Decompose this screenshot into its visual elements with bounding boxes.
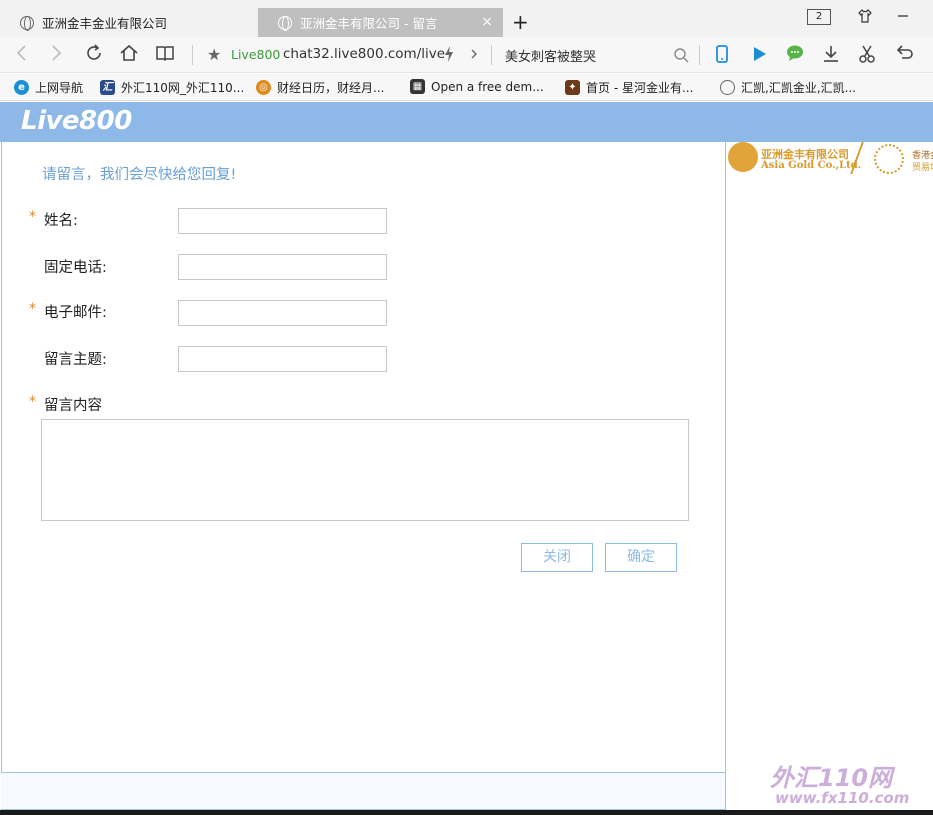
tab-asia-gold[interactable]: 亚洲金丰金业有限公司 — [0, 8, 258, 37]
tab-count-badge[interactable]: 2 — [807, 9, 831, 25]
ie-icon: e — [14, 80, 29, 95]
required-mark: * — [29, 209, 36, 225]
back-icon[interactable] — [14, 43, 28, 67]
chat-icon[interactable] — [785, 44, 805, 66]
subject-input[interactable] — [178, 346, 387, 372]
demo-site-icon: ▦ — [410, 79, 425, 94]
confirm-button[interactable]: 确定 — [605, 543, 677, 572]
name-input[interactable] — [178, 208, 387, 234]
asia-gold-logo-icon — [728, 142, 758, 172]
taskbar-strip — [0, 810, 933, 815]
scissors-icon[interactable] — [857, 44, 877, 68]
site-label: Live800 — [231, 47, 281, 62]
tab-message[interactable]: 亚洲金丰有限公司 - 留言 × — [258, 8, 503, 37]
star-river-icon: ✦ — [565, 80, 580, 95]
new-tab-button[interactable]: + — [512, 10, 529, 34]
calendar-site-icon: ◎ — [256, 80, 271, 95]
email-input[interactable] — [178, 300, 387, 326]
divider — [491, 45, 492, 65]
tab-title: 亚洲金丰有限公司 - 留言 — [300, 16, 438, 31]
bookmark-item[interactable]: 汇凯,汇凯金业,汇凯... — [720, 79, 856, 96]
hk-exchange-text: 贸易场 — [912, 163, 933, 173]
reader-icon[interactable] — [155, 43, 175, 67]
chevron-right-icon[interactable] — [469, 45, 479, 67]
hk-exchange-seal-icon — [874, 144, 904, 174]
subject-label: 留言主题: — [44, 352, 107, 368]
close-tab-icon[interactable]: × — [481, 14, 493, 30]
brand-name-en: Asia Gold Co.,Ltd. — [761, 160, 862, 171]
divider — [192, 45, 193, 65]
bookmark-item[interactable]: 汇 外汇110网_外汇110... — [100, 79, 244, 96]
refresh-icon[interactable] — [84, 43, 104, 67]
form-footer — [1, 772, 725, 809]
required-mark: * — [29, 394, 36, 410]
bookmark-item[interactable]: ✦ 首页 - 星河金业有... — [565, 79, 693, 96]
phone-input[interactable] — [178, 254, 387, 280]
address-bar[interactable]: chat32.live800.com/live — [283, 46, 445, 62]
watermark-title: 外汇110网 — [770, 764, 893, 792]
email-label: 电子邮件: — [44, 305, 107, 321]
search-suggestion[interactable]: 美女刺客被整哭 — [505, 46, 596, 65]
bookmark-item[interactable]: e 上网导航 — [14, 79, 83, 96]
content-label: 留言内容 — [44, 398, 102, 414]
minimize-icon[interactable] — [897, 6, 909, 22]
navigation-bar: ★ Live800 chat32.live800.com/live 美女刺客被整… — [0, 37, 933, 73]
skin-icon[interactable] — [857, 8, 873, 28]
search-icon[interactable] — [673, 45, 689, 67]
fx110-icon: 汇 — [100, 80, 115, 95]
globe-icon — [278, 15, 292, 31]
watermark-url: www.fx110.com — [775, 789, 910, 807]
globe-icon — [20, 15, 34, 31]
form-prompt: 请留言，我们会尽快给您回复! — [42, 167, 237, 183]
star-icon[interactable]: ★ — [207, 45, 221, 64]
live800-logo: Live800 — [21, 106, 132, 136]
name-label: 姓名: — [44, 213, 78, 229]
tab-title: 亚洲金丰金业有限公司 — [42, 16, 168, 31]
phone-label: 固定电话: — [44, 260, 107, 276]
bookmarks-bar: e 上网导航 汇 外汇110网_外汇110... ◎ 财经日历，财经月... ▦… — [0, 74, 933, 101]
undo-icon[interactable] — [893, 44, 913, 68]
tab-bar: 亚洲金丰金业有限公司 亚洲金丰有限公司 - 留言 × + 2 — [0, 0, 933, 37]
content-textarea[interactable] — [41, 419, 689, 521]
forward-icon[interactable] — [50, 43, 64, 67]
home-icon[interactable] — [119, 43, 139, 67]
required-mark: * — [29, 301, 36, 317]
phone-icon[interactable] — [714, 45, 730, 67]
bookmark-item[interactable]: ◎ 财经日历，财经月... — [256, 79, 384, 96]
close-button[interactable]: 关闭 — [521, 543, 593, 572]
divider — [699, 45, 700, 65]
video-play-icon[interactable] — [750, 45, 768, 67]
globe-icon — [720, 80, 735, 95]
download-icon[interactable] — [821, 44, 841, 68]
bookmark-item[interactable]: ▦ Open a free dem... — [410, 79, 544, 94]
lightning-icon[interactable] — [443, 45, 455, 67]
page-header: Live800 — [0, 102, 933, 142]
